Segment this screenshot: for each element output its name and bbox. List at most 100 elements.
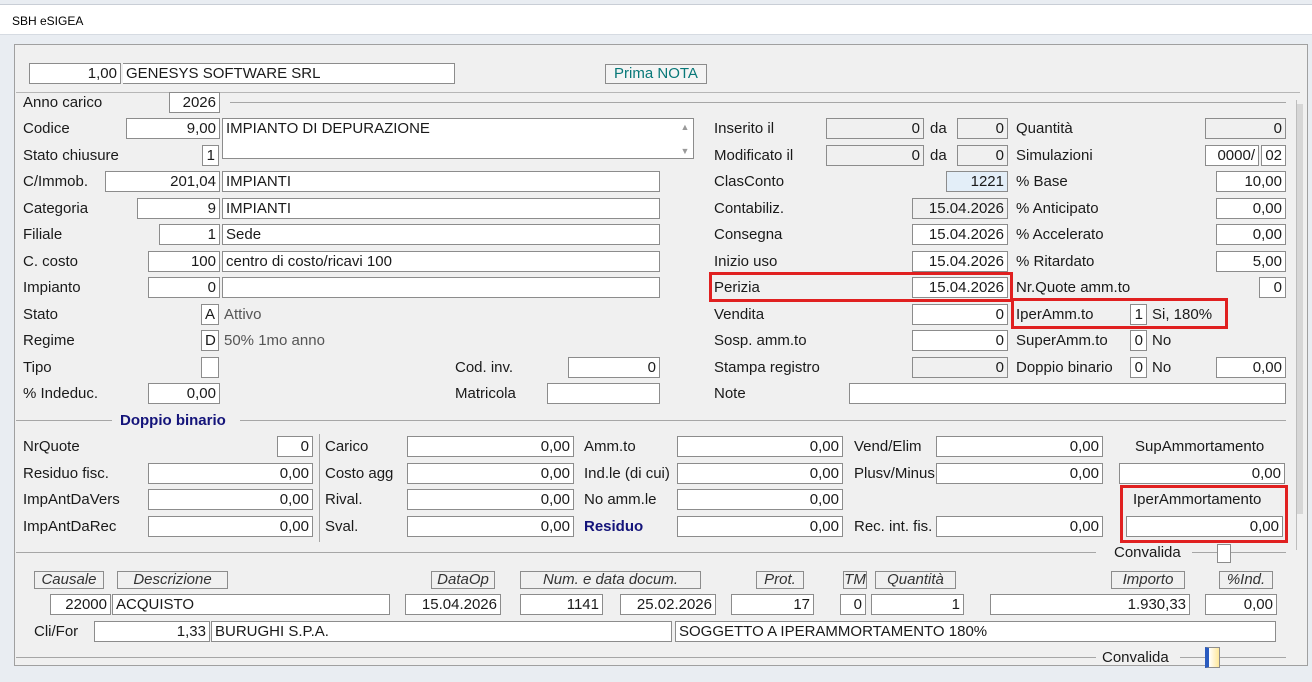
inizio-uso-field[interactable]: 15.04.2026 <box>912 251 1008 272</box>
convalida-bottom-checkbox[interactable] <box>1205 647 1220 668</box>
prima-nota-button[interactable]: Prima NOTA <box>605 64 707 84</box>
section-divider <box>230 102 1286 103</box>
ccosto-field[interactable]: 100 <box>148 251 220 272</box>
iperamm-field[interactable]: 1 <box>1130 304 1147 325</box>
simulazioni-field-1[interactable]: 0000/ <box>1205 145 1259 166</box>
nrquote-ammto-field[interactable]: 0 <box>1259 277 1286 298</box>
ccosto-description-field: centro di costo/ricavi 100 <box>222 251 660 272</box>
causale-field[interactable]: 22000 <box>50 594 111 615</box>
codice-description-field[interactable]: IMPIANTO DI DEPURAZIONE ▲ ▼ <box>222 118 694 159</box>
sval-label: Sval. <box>325 518 359 535</box>
clifor-label: Cli/For <box>34 623 79 640</box>
title-bar: SBH eSIGEA <box>0 4 1312 35</box>
carico-field[interactable]: 0,00 <box>407 436 574 457</box>
categoria-label: Categoria <box>23 200 89 217</box>
doppio-binario-amount-field[interactable]: 0,00 <box>1216 357 1286 378</box>
column-divider <box>319 434 320 542</box>
scroll-down-icon[interactable]: ▼ <box>678 145 692 157</box>
anticipato-field[interactable]: 0,00 <box>1216 198 1286 219</box>
recint-field[interactable]: 0,00 <box>936 516 1103 537</box>
sosp-field[interactable]: 0 <box>912 330 1008 351</box>
filiale-field[interactable]: 1 <box>159 224 220 245</box>
stato-field[interactable]: A <box>201 304 219 325</box>
vendita-field[interactable]: 0 <box>912 304 1008 325</box>
prot-field[interactable]: 17 <box>731 594 814 615</box>
costo-agg-field[interactable]: 0,00 <box>407 463 574 484</box>
convalida-checkbox[interactable] <box>1217 544 1231 563</box>
residuo-fisc-field[interactable]: 0,00 <box>148 463 313 484</box>
clifor-code-field[interactable]: 1,33 <box>94 621 210 642</box>
impantdarec-field[interactable]: 0,00 <box>148 516 313 537</box>
impantdavers-field[interactable]: 0,00 <box>148 489 313 510</box>
noammle-field[interactable]: 0,00 <box>677 489 843 510</box>
quantita-header: Quantità <box>875 571 956 589</box>
indle-field[interactable]: 0,00 <box>677 463 843 484</box>
consegna-field[interactable]: 15.04.2026 <box>912 224 1008 245</box>
quantita-row-field[interactable]: 1 <box>871 594 964 615</box>
scrollbar-thumb[interactable] <box>1297 104 1303 514</box>
regime-field[interactable]: D <box>201 330 219 351</box>
descrizione-header: Descrizione <box>117 571 228 589</box>
ritardato-field[interactable]: 5,00 <box>1216 251 1286 272</box>
iperamm-description: Si, 180% <box>1152 306 1213 323</box>
num-doc-field[interactable]: 1141 <box>520 594 603 615</box>
rival-field[interactable]: 0,00 <box>407 489 574 510</box>
clifor-name-field: BURUGHI S.P.A. <box>211 621 672 642</box>
impantdavers-label: ImpAntDaVers <box>23 491 120 508</box>
dataop-field[interactable]: 15.04.2026 <box>405 594 501 615</box>
plusv-field[interactable]: 0,00 <box>936 463 1103 484</box>
accelerato-field[interactable]: 0,00 <box>1216 224 1286 245</box>
simulazioni-field-2[interactable]: 02 <box>1261 145 1286 166</box>
residuo-field[interactable]: 0,00 <box>677 516 843 537</box>
tm-field[interactable]: 0 <box>840 594 866 615</box>
inserito-field: 0 <box>826 118 924 139</box>
superamm-field[interactable]: 0 <box>1130 330 1147 351</box>
ccosto-label: C. costo <box>23 253 79 270</box>
vendelim-field[interactable]: 0,00 <box>936 436 1103 457</box>
supamm-field[interactable]: 0,00 <box>1119 463 1285 484</box>
descrizione-field[interactable]: ACQUISTO <box>112 594 390 615</box>
section-divider <box>1180 657 1286 658</box>
iperammortamento-field[interactable]: 0,00 <box>1126 516 1283 537</box>
matricola-field[interactable] <box>547 383 660 404</box>
cod-inv-field[interactable]: 0 <box>568 357 660 378</box>
superamm-label: SuperAmm.to <box>1016 332 1108 349</box>
base-label: % Base <box>1016 173 1068 190</box>
vendelim-label: Vend/Elim <box>854 438 922 455</box>
company-code-field[interactable]: 1,00 <box>29 63 121 84</box>
codice-field[interactable]: 9,00 <box>126 118 220 139</box>
doppio-binario-field[interactable]: 0 <box>1130 357 1147 378</box>
impianto-field[interactable]: 0 <box>148 277 220 298</box>
tipo-field[interactable] <box>201 357 219 378</box>
base-field[interactable]: 10,00 <box>1216 171 1286 192</box>
clasconto-field[interactable]: 1221 <box>946 171 1008 192</box>
sval-field[interactable]: 0,00 <box>407 516 574 537</box>
importo-field[interactable]: 1.930,33 <box>990 594 1190 615</box>
stato-chiusure-field[interactable]: 1 <box>202 145 219 166</box>
scroll-up-icon[interactable]: ▲ <box>678 121 692 133</box>
impianto-label: Impianto <box>23 279 81 296</box>
clifor-note-field[interactable]: SOGGETTO A IPERAMMORTAMENTO 180% <box>675 621 1276 642</box>
perizia-label: Perizia <box>714 279 760 296</box>
cimmob-field[interactable]: 201,04 <box>105 171 220 192</box>
noammle-label: No amm.le <box>584 491 657 508</box>
rival-label: Rival. <box>325 491 363 508</box>
nrquote-field[interactable]: 0 <box>277 436 313 457</box>
ind-field[interactable]: 0,00 <box>1205 594 1277 615</box>
nrquote-ammto-label: Nr.Quote amm.to <box>1016 279 1131 296</box>
indeduc-field[interactable]: 0,00 <box>148 383 220 404</box>
company-name-field: GENESYS SOFTWARE SRL <box>123 63 455 84</box>
anno-carico-field[interactable]: 2026 <box>169 92 220 113</box>
modificato-da-label: da <box>930 147 947 164</box>
data-doc-field[interactable]: 25.02.2026 <box>620 594 716 615</box>
note-field[interactable] <box>849 383 1286 404</box>
cimmob-label: C/Immob. <box>23 173 89 190</box>
superamm-description: No <box>1152 332 1172 349</box>
codice-label: Codice <box>23 120 70 137</box>
iperamm-label: IperAmm.to <box>1016 306 1094 323</box>
categoria-field[interactable]: 9 <box>137 198 220 219</box>
ammto-field[interactable]: 0,00 <box>677 436 843 457</box>
quantita-label: Quantità <box>1016 120 1073 137</box>
perizia-field[interactable]: 15.04.2026 <box>912 277 1008 298</box>
numdoc-header: Num. e data docum. <box>520 571 701 589</box>
